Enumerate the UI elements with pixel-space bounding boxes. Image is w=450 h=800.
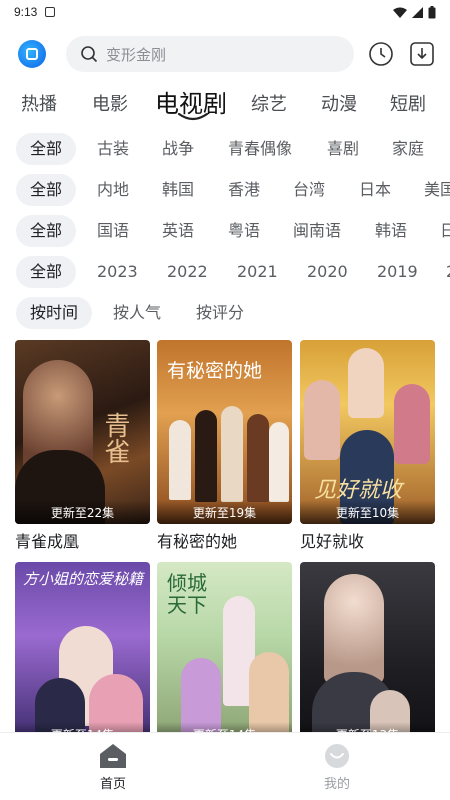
filter-language: 全部 国语 英语 粤语 闽南语 韩语 日 (0, 215, 450, 249)
poster-image[interactable]: 更新至13集 (300, 562, 435, 746)
history-button[interactable] (367, 40, 395, 68)
filter-genre-item[interactable]: 喜剧 (327, 133, 359, 165)
filter-year-item[interactable]: 2021 (237, 256, 278, 288)
video-title[interactable]: 青雀成凰 (15, 528, 150, 552)
filter-region-item[interactable]: 韩国 (162, 174, 194, 206)
filter-region-item[interactable]: 美国 (424, 174, 450, 206)
filter-language-item[interactable]: 韩语 (375, 215, 407, 247)
filter-genre: 全部 古装 战争 青春偶像 喜剧 家庭 (0, 133, 450, 167)
filter-region-item[interactable]: 台湾 (293, 174, 325, 206)
filter-region-all[interactable]: 全部 (16, 174, 77, 206)
tab-short-drama[interactable]: 短剧 (390, 90, 426, 116)
poster-title-art: 方小姐的恋爱秘籍 (23, 570, 144, 588)
filter-year: 全部 2023 2022 2021 2020 2019 2 (0, 256, 450, 290)
episode-badge: 更新至19集 (157, 500, 292, 524)
home-icon (100, 744, 126, 768)
poster-title-art: 有秘密的她 (167, 360, 263, 382)
filter-sort: 按时间 按人气 按评分 (0, 297, 450, 331)
poster-image[interactable]: 有秘密的她 更新至19集 (157, 340, 292, 524)
nav-home-label: 首页 (99, 777, 126, 792)
poster-image[interactable]: 青雀 更新至22集 (15, 340, 150, 524)
poster-image[interactable]: 倾城天下 更新至14集 (157, 562, 292, 746)
filter-language-all[interactable]: 全部 (16, 215, 77, 247)
channel-tabs: 热播 电影 电视剧 综艺 动漫 短剧 (0, 84, 450, 124)
clock-icon (369, 42, 393, 66)
filter-year-item[interactable]: 2019 (377, 256, 418, 288)
filter-language-item[interactable]: 英语 (162, 215, 194, 247)
filter-language-item[interactable]: 国语 (97, 215, 129, 247)
filter-genre-item[interactable]: 战争 (162, 133, 194, 165)
poster-image[interactable]: 见好就收 更新至10集 (300, 340, 435, 524)
nav-profile-label: 我的 (323, 777, 350, 792)
video-card[interactable]: 方小姐的恋爱秘籍 更新至14集 (15, 562, 150, 750)
filter-year-item[interactable]: 2020 (307, 256, 348, 288)
search-icon (81, 46, 98, 63)
video-title[interactable]: 有秘密的她 (157, 528, 292, 552)
profile-icon (325, 744, 349, 768)
nav-profile[interactable]: 我的 (307, 743, 367, 792)
battery-icon (428, 5, 436, 18)
video-card[interactable]: 倾城天下 更新至14集 (157, 562, 292, 750)
status-bar: 9:13 (0, 0, 450, 24)
status-time: 9:13 (14, 5, 38, 19)
filter-genre-item[interactable]: 家庭 (392, 133, 424, 165)
episode-badge: 更新至22集 (15, 500, 150, 524)
filter-year-item[interactable]: 2 (446, 256, 450, 288)
filter-year-all[interactable]: 全部 (16, 256, 77, 288)
wifi-icon (393, 7, 407, 18)
bottom-nav: 首页 我的 (0, 732, 450, 800)
sort-by-time[interactable]: 按时间 (16, 297, 93, 329)
video-card[interactable]: 有秘密的她 更新至19集 有秘密的她 (157, 340, 292, 552)
poster-title-art: 倾城天下 (167, 571, 207, 617)
active-tab-indicator (177, 112, 209, 121)
sort-by-popularity[interactable]: 按人气 (113, 297, 161, 329)
tab-movie[interactable]: 电影 (92, 90, 128, 116)
filter-language-item[interactable]: 闽南语 (293, 215, 341, 247)
filter-genre-item[interactable]: 古装 (97, 133, 129, 165)
filter-language-item[interactable]: 日 (440, 215, 450, 247)
video-card[interactable]: 见好就收 更新至10集 见好就收 (300, 340, 435, 552)
episode-badge: 更新至10集 (300, 500, 435, 524)
header: 变形金刚 (0, 34, 450, 76)
filter-region-item[interactable]: 日本 (359, 174, 391, 206)
filter-region-item[interactable]: 内地 (97, 174, 129, 206)
search-input[interactable]: 变形金刚 (66, 36, 354, 72)
tab-variety[interactable]: 综艺 (251, 90, 287, 116)
filter-year-item[interactable]: 2022 (167, 256, 208, 288)
tab-anime[interactable]: 动漫 (321, 90, 357, 116)
nav-home[interactable]: 首页 (83, 743, 143, 792)
filter-region: 全部 内地 韩国 香港 台湾 日本 美国 (0, 174, 450, 208)
poster-image[interactable]: 方小姐的恋爱秘籍 更新至14集 (15, 562, 150, 746)
filter-language-item[interactable]: 粤语 (228, 215, 260, 247)
signal-icon (412, 6, 423, 18)
filter-genre-item[interactable]: 青春偶像 (228, 133, 292, 165)
filter-region-item[interactable]: 香港 (228, 174, 260, 206)
filter-genre-all[interactable]: 全部 (16, 133, 77, 165)
notification-icon (45, 7, 56, 17)
search-placeholder: 变形金刚 (106, 45, 167, 64)
filter-year-item[interactable]: 2023 (97, 256, 138, 288)
poster-title-art: 青雀 (100, 412, 130, 464)
tab-hot[interactable]: 热播 (21, 90, 57, 116)
app-logo[interactable] (18, 40, 46, 68)
video-card[interactable]: 更新至13集 (300, 562, 435, 750)
video-card[interactable]: 青雀 更新至22集 青雀成凰 (15, 340, 150, 552)
video-title[interactable]: 见好就收 (300, 528, 435, 552)
download-button[interactable] (408, 40, 436, 68)
download-icon (410, 42, 434, 66)
sort-by-rating[interactable]: 按评分 (196, 297, 244, 329)
